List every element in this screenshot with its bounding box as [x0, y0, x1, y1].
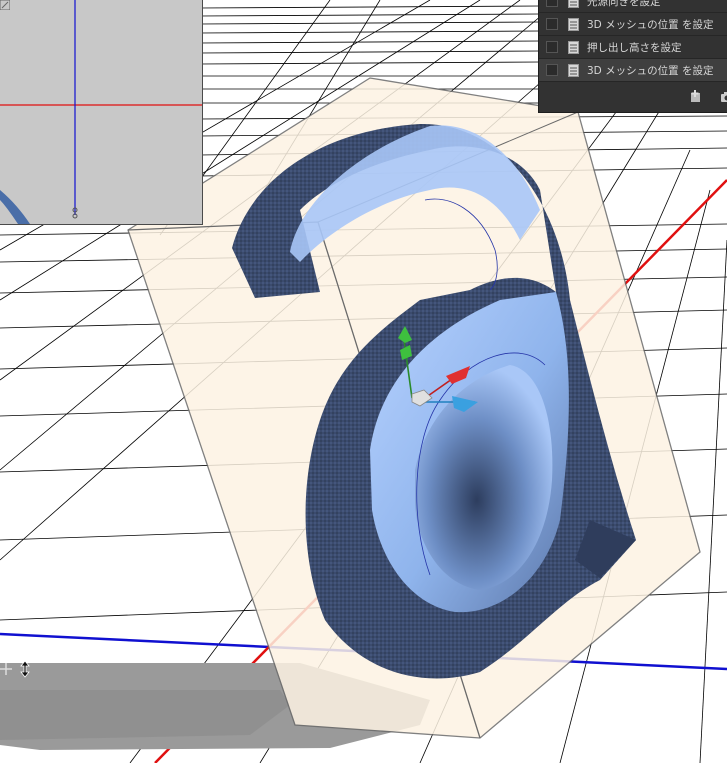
3d-viewport[interactable]: 光源向きを設定 3D メッシュの位置 を設定 押し出し高さを設定 3D メッシュ… — [0, 0, 727, 763]
history-item[interactable]: 3D メッシュの位置 を設定 — [539, 13, 727, 36]
history-snapshot-toggle[interactable] — [546, 41, 558, 53]
history-item-label: 3D メッシュの位置 を設定 — [587, 64, 714, 77]
history-snapshot-toggle[interactable] — [546, 64, 558, 76]
move-cross-icon — [0, 663, 12, 675]
history-document-icon — [568, 0, 579, 8]
history-document-icon — [568, 40, 579, 54]
history-item-label: 光源向きを設定 — [587, 0, 661, 8]
history-footer — [539, 82, 727, 112]
history-snapshot-toggle[interactable] — [546, 18, 558, 30]
new-snapshot-icon[interactable] — [689, 90, 703, 104]
history-document-icon — [568, 17, 579, 31]
secondary-view-panel[interactable] — [0, 0, 203, 225]
camera-icon[interactable] — [720, 90, 727, 104]
history-item-label: 3D メッシュの位置 を設定 — [587, 18, 714, 31]
vertical-resize-cursor-icon — [20, 660, 30, 678]
history-document-icon — [568, 63, 579, 77]
history-panel: 光源向きを設定 3D メッシュの位置 を設定 押し出し高さを設定 3D メッシュ… — [538, 0, 727, 113]
history-snapshot-toggle[interactable] — [546, 0, 558, 7]
history-item[interactable]: 押し出し高さを設定 — [539, 36, 727, 59]
history-item-active[interactable]: 3D メッシュの位置 を設定 — [539, 59, 727, 82]
secondary-view-mesh — [0, 190, 30, 224]
history-item[interactable]: 光源向きを設定 — [539, 0, 727, 13]
resize-grip-icon[interactable] — [0, 0, 10, 10]
history-item-label: 押し出し高さを設定 — [587, 41, 682, 54]
